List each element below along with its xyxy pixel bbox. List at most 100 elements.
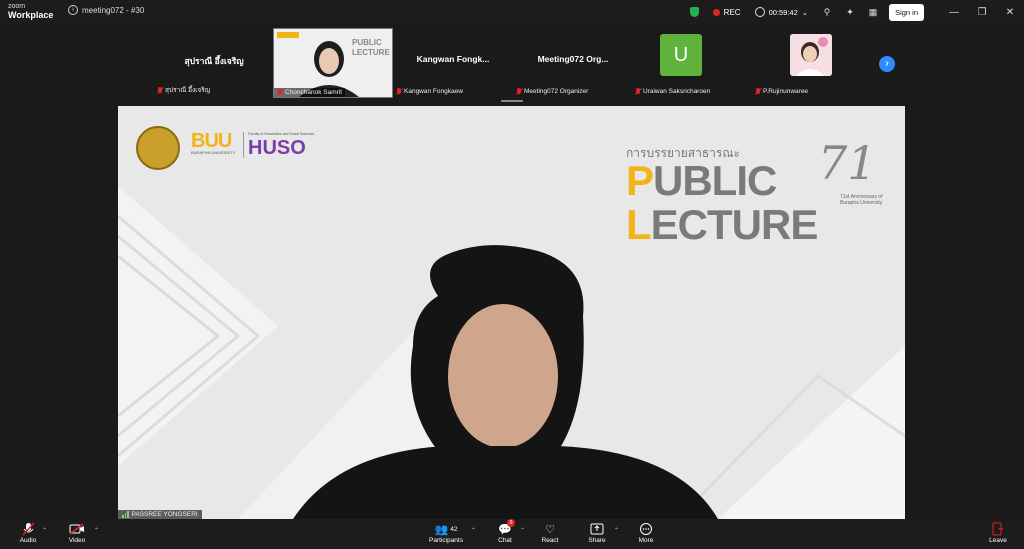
avatar: [790, 34, 832, 76]
participant-label-text: Chonchanok Samrit: [285, 89, 343, 96]
share-options-caret[interactable]: ⌃: [614, 527, 619, 534]
participants-button[interactable]: 👥 42 Participants: [424, 521, 468, 545]
sign-in-button[interactable]: Sign in: [889, 3, 924, 21]
participant-tile[interactable]: Kangwan Fongk... Kangwan Fongkaew: [393, 28, 513, 96]
avatar: U: [660, 34, 702, 76]
meeting-controls: Audio ⌃ Video ⌃ 👥 42 Participants ⌃ 💬 9 Ch…: [0, 519, 1024, 549]
participant-name-big: สุปราณี อึ้งเจริญ: [184, 56, 244, 66]
audio-label: Audio: [19, 537, 37, 544]
participant-video: PUBLIC LECTURE: [274, 29, 392, 97]
mic-muted-icon: [635, 88, 641, 95]
rec-label: REC: [723, 7, 741, 17]
chat-options-caret[interactable]: ⌃: [520, 527, 525, 534]
mic-muted-icon: [277, 89, 283, 96]
main-video[interactable]: BUU BURAPHA UNIVERSITY Faculty of Humani…: [118, 106, 905, 519]
background-graphic: [118, 106, 905, 519]
participant-strip: สุปราณี อึ้งเจริญ สุปราณี อึ้งเจริญ PUBL…: [0, 24, 1024, 104]
mic-muted-icon: [516, 88, 522, 95]
huso-logo: Faculty of Humanities and Social Science…: [243, 132, 314, 158]
mic-muted-icon: [755, 88, 761, 95]
participants-icon: 👥: [434, 523, 449, 536]
active-speaker-indicator: [501, 100, 523, 102]
participant-video-tile[interactable]: PUBLIC LECTURE Chonchanok Samrit: [273, 28, 393, 98]
meeting-title: meeting072 - #30: [82, 5, 145, 15]
leave-button[interactable]: Leave: [976, 521, 1020, 544]
brand-line2: Workplace: [8, 10, 54, 20]
sparkle-icon[interactable]: ✦: [843, 5, 857, 19]
participant-label: Kangwan Fongkaew: [393, 87, 466, 96]
more-button[interactable]: More: [624, 521, 668, 544]
security-shield-icon[interactable]: [689, 7, 699, 17]
participant-name-big: Meeting072 Org...: [537, 54, 609, 64]
participant-tile[interactable]: U Uraiwan Saksricharoen: [632, 28, 752, 96]
info-icon[interactable]: i: [68, 5, 78, 15]
chevron-down-icon: ⌄: [801, 7, 809, 17]
meeting-timer[interactable]: 00:59:42 ⌄: [754, 7, 809, 17]
participant-name-big: Kangwan Fongk...: [416, 54, 490, 64]
share-icon: [590, 523, 604, 535]
video-off-icon: [69, 523, 84, 535]
public-first-letter: P: [626, 157, 654, 204]
university-seal-logo: [136, 126, 180, 170]
view-icon[interactable]: ▦: [866, 5, 880, 19]
signal-bars-icon: [122, 511, 129, 518]
meeting-info[interactable]: i meeting072 - #30: [68, 5, 144, 15]
svg-text:PUBLIC: PUBLIC: [352, 38, 382, 47]
huso-small-text: Faculty of Humanities and Social Science…: [248, 132, 315, 136]
next-page-button[interactable]: ›: [879, 56, 895, 72]
video-options-caret[interactable]: ⌃: [94, 527, 99, 534]
participants-options-caret[interactable]: ⌃: [471, 527, 476, 534]
participant-label-text: Meeting072 Organizer: [524, 88, 589, 95]
record-dot-icon: [712, 8, 720, 16]
lecture-first-letter: L: [626, 201, 652, 248]
participants-label: Participants: [429, 537, 463, 544]
zoom-logo: zoom Workplace: [8, 2, 53, 20]
anniversary-text: 71st Anniversary of Burapha University: [840, 194, 883, 206]
participant-tile[interactable]: สุปราณี อึ้งเจริญ สุปราณี อึ้งเจริญ: [154, 28, 274, 96]
lecture-rest: ECTURE: [650, 201, 819, 248]
wand-icon[interactable]: ⚲: [820, 5, 834, 19]
restore-icon[interactable]: ❐: [968, 7, 996, 18]
participant-label: Chonchanok Samrit: [274, 88, 346, 97]
buu-logo-subtext: BURAPHA UNIVERSITY: [191, 150, 236, 155]
participant-label: สุปราณี อึ้งเจริญ: [154, 84, 213, 96]
participant-tile[interactable]: Meeting072 Org... Meeting072 Organizer: [513, 28, 633, 96]
leave-icon: [992, 522, 1003, 536]
participant-label-text: Kangwan Fongkaew: [404, 88, 463, 95]
close-icon[interactable]: ✕: [996, 7, 1024, 18]
participants-count: 42: [450, 525, 458, 533]
speaker-label: PASSREE YONGSERI: [118, 510, 202, 519]
video-button[interactable]: Video: [55, 521, 99, 544]
more-label: More: [638, 537, 654, 544]
more-icon: [640, 523, 652, 535]
share-button[interactable]: Share: [575, 521, 619, 544]
slide-lecture-text: LECTURE: [626, 201, 819, 248]
timer-text: 00:59:42: [768, 7, 798, 17]
minimize-icon[interactable]: —: [940, 7, 968, 18]
heart-icon: ♡: [545, 523, 555, 536]
participant-label-text: P.Rujinunwaree: [763, 88, 809, 95]
participant-label-text: Uraiwan Saksricharoen: [643, 88, 711, 95]
share-label: Share: [588, 537, 606, 544]
video-label: Video: [68, 537, 86, 544]
react-button[interactable]: ♡ React: [528, 521, 572, 545]
leave-label: Leave: [989, 537, 1007, 544]
react-label: React: [541, 537, 559, 544]
recording-indicator[interactable]: REC: [712, 7, 741, 17]
slide-public-text: PUBLIC: [626, 157, 777, 204]
speaker-name: PASSREE YONGSERI: [131, 511, 198, 518]
svg-text:LECTURE: LECTURE: [352, 48, 390, 57]
chat-label: Chat: [498, 537, 512, 544]
participant-tile[interactable]: P.Rujinunwaree: [752, 28, 872, 96]
title-bar: zoom Workplace i meeting072 - #30 REC 00…: [0, 0, 1024, 24]
huso-text: HUSO: [248, 137, 306, 159]
clock-icon: [754, 7, 765, 17]
anniversary-number: 71: [818, 136, 877, 190]
chat-badge: 9: [507, 519, 515, 527]
participant-label-text: สุปราณี อึ้งเจริญ: [165, 87, 211, 94]
mic-muted-icon: [22, 522, 35, 536]
audio-options-caret[interactable]: ⌃: [42, 527, 47, 534]
mic-muted-icon: [157, 86, 163, 94]
participant-label: P.Rujinunwaree: [752, 87, 811, 96]
participant-label: Meeting072 Organizer: [513, 87, 591, 96]
